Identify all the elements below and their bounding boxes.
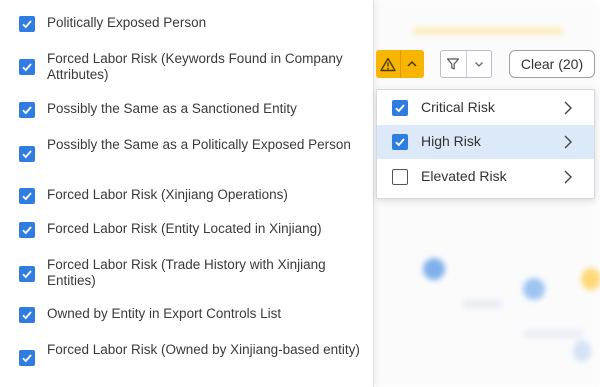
checkbox[interactable]	[19, 350, 35, 366]
filter-option-label: Forced Labor Risk (Trade History with Xi…	[47, 257, 326, 288]
checkbox[interactable]	[19, 59, 35, 75]
chevron-down-icon[interactable]	[467, 51, 492, 77]
filter-option-label: Forced Labor Risk (Xinjiang Operations)	[47, 187, 288, 202]
checkbox[interactable]	[19, 188, 35, 204]
checkbox[interactable]	[19, 102, 35, 118]
risk-level-dropdown: Critical Risk High Risk Elevated Risk	[376, 89, 595, 199]
filter-option-label: Forced Labor Risk (Owned by Xinjiang-bas…	[47, 342, 360, 357]
chevron-right-icon[interactable]	[563, 134, 573, 155]
chevron-up-icon[interactable]	[401, 50, 425, 78]
chevron-right-icon[interactable]	[563, 100, 573, 121]
risk-level-option[interactable]: Elevated Risk	[377, 160, 594, 194]
checkbox[interactable]	[19, 307, 35, 323]
warning-triangle-icon	[376, 50, 400, 78]
checkbox[interactable]	[392, 134, 408, 150]
filter-option-label: Possibly the Same as a Politically Expos…	[47, 137, 351, 152]
filter-option-label: Possibly the Same as a Sanctioned Entity	[47, 101, 297, 116]
clear-filters-button[interactable]: Clear (20)	[509, 50, 595, 78]
risk-level-label: Critical Risk	[421, 99, 495, 115]
checkbox[interactable]	[19, 222, 35, 238]
risk-level-label: High Risk	[421, 133, 481, 149]
risk-level-option[interactable]: High Risk	[377, 125, 594, 159]
risk-level-filter-button[interactable]	[376, 50, 424, 78]
filter-option-label: Forced Labor Risk (Keywords Found in Com…	[47, 51, 343, 82]
checkbox[interactable]	[19, 16, 35, 32]
filter-button[interactable]	[440, 50, 492, 78]
filter-option-label: Forced Labor Risk (Entity Located in Xin…	[47, 221, 322, 236]
chevron-right-icon[interactable]	[563, 169, 573, 190]
funnel-icon	[441, 51, 466, 77]
checkbox[interactable]	[392, 169, 408, 185]
checkbox[interactable]	[19, 146, 35, 162]
risk-level-label: Elevated Risk	[421, 168, 507, 184]
checkbox[interactable]	[392, 100, 408, 116]
filter-option-label: Politically Exposed Person	[47, 15, 207, 30]
filter-option-label: Owned by Entity in Export Controls List	[47, 306, 282, 321]
checkbox[interactable]	[19, 266, 35, 282]
risk-type-filter-list: Politically Exposed Person Forced Labor R…	[0, 0, 374, 387]
risk-level-option[interactable]: Critical Risk	[377, 91, 594, 125]
